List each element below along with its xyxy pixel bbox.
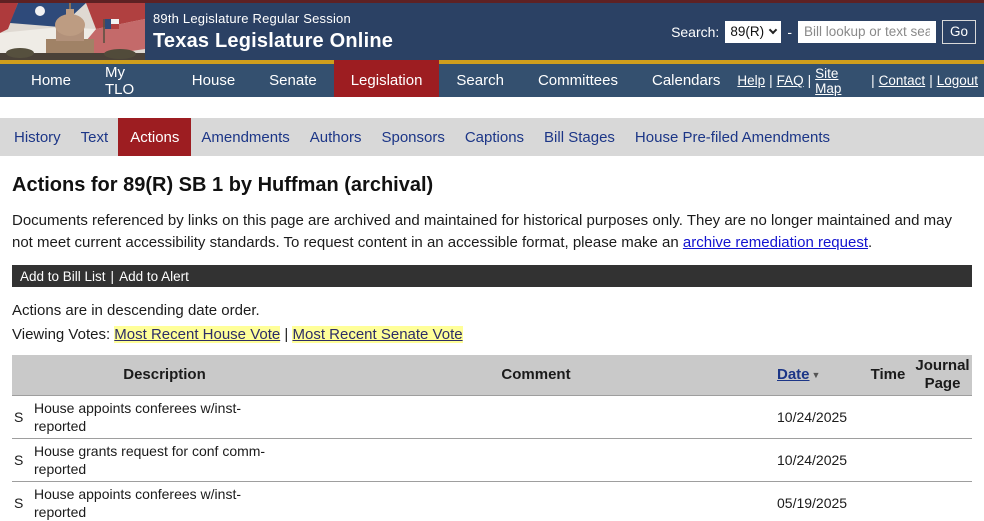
journal-page-cell — [913, 481, 972, 521]
most-recent-house-vote-link[interactable]: Most Recent House Vote — [114, 326, 280, 343]
table-row: S House grants request for conf comm-rep… — [12, 438, 972, 481]
search-dash: - — [787, 24, 792, 40]
time-cell — [863, 395, 913, 438]
session-select[interactable]: 89(R) — [725, 21, 781, 43]
utility-links: Help | FAQ | Site Map | Contact | Logout — [737, 64, 984, 97]
date-sort-link[interactable]: Date — [777, 366, 810, 383]
journal-page-column-header: Journal Page — [913, 355, 972, 395]
nav-item-house[interactable]: House — [175, 64, 252, 97]
capitol-flag-image — [0, 3, 145, 60]
tab-authors[interactable]: Authors — [300, 118, 372, 156]
link-faq[interactable]: FAQ — [777, 73, 804, 88]
capitol-flag-svg — [0, 3, 145, 60]
session-label: 89th Legislature Regular Session — [153, 11, 393, 26]
link-site-map[interactable]: Site Map — [815, 66, 867, 96]
date-cell: 10/24/2025 — [775, 438, 863, 481]
banner-search-area: Search: 89(R) - Go — [671, 20, 984, 44]
sort-descending-icon: ▼ — [812, 370, 821, 380]
nav-item-senate[interactable]: Senate — [252, 64, 334, 97]
order-note: Actions are in descending date order. — [12, 302, 972, 319]
tab-house-prefiled-amendments[interactable]: House Pre-filed Amendments — [625, 118, 840, 156]
archival-notice-period: . — [868, 234, 872, 251]
main-content: Actions for 89(R) SB 1 by Huffman (archi… — [0, 174, 984, 521]
date-cell: 05/19/2025 — [775, 481, 863, 521]
chamber-cell: S — [12, 395, 32, 438]
pipe-separator: | — [284, 326, 288, 343]
spacer — [0, 97, 984, 118]
link-contact[interactable]: Contact — [879, 73, 926, 88]
nav-item-calendars[interactable]: Calendars — [635, 64, 737, 97]
viewing-votes-label: Viewing Votes: — [12, 326, 110, 343]
time-cell — [863, 438, 913, 481]
description-cell: House grants request for conf comm-repor… — [32, 438, 297, 481]
time-cell — [863, 481, 913, 521]
table-row: S House appoints conferees w/inst-report… — [12, 395, 972, 438]
page-title: Actions for 89(R) SB 1 by Huffman (archi… — [12, 174, 972, 197]
tab-captions[interactable]: Captions — [455, 118, 534, 156]
add-to-alert-link[interactable]: Add to Alert — [119, 269, 189, 284]
pipe-separator: | — [808, 73, 812, 88]
tab-actions[interactable]: Actions — [118, 118, 191, 156]
nav-item-search[interactable]: Search — [439, 64, 521, 97]
search-go-button[interactable]: Go — [942, 20, 976, 44]
pipe-separator: | — [871, 73, 875, 88]
comment-cell — [297, 481, 775, 521]
pipe-separator: | — [929, 73, 933, 88]
chevron-down-icon — [769, 26, 777, 34]
date-column-header: Date▼ — [775, 355, 863, 395]
journal-page-cell — [913, 395, 972, 438]
tab-text[interactable]: Text — [71, 118, 119, 156]
pipe-separator: | — [111, 269, 115, 284]
archive-remediation-link[interactable]: archive remediation request — [683, 234, 868, 251]
link-help[interactable]: Help — [737, 73, 765, 88]
nav-item-committees[interactable]: Committees — [521, 64, 635, 97]
actions-table: Description Comment Date▼ Time Journal P… — [12, 355, 972, 521]
chamber-cell: S — [12, 481, 32, 521]
archival-notice: Documents referenced by links on this pa… — [12, 210, 958, 254]
tab-history[interactable]: History — [4, 118, 71, 156]
site-title: Texas Legislature Online — [153, 30, 393, 53]
table-row: S House appoints conferees w/inst-report… — [12, 481, 972, 521]
most-recent-senate-vote-link[interactable]: Most Recent Senate Vote — [292, 326, 462, 343]
add-to-bill-list-link[interactable]: Add to Bill List — [20, 269, 106, 284]
time-column-header: Time — [863, 355, 913, 395]
tab-amendments[interactable]: Amendments — [191, 118, 299, 156]
viewing-votes-line: Viewing Votes: Most Recent House Vote | … — [12, 326, 972, 343]
chamber-cell: S — [12, 438, 32, 481]
nav-item-my-tlo[interactable]: My TLO — [88, 64, 175, 97]
journal-page-cell — [913, 438, 972, 481]
link-logout[interactable]: Logout — [937, 73, 978, 88]
description-column-header: Description — [32, 355, 297, 395]
bill-search-input[interactable] — [798, 21, 936, 43]
chamber-column-header — [12, 355, 32, 395]
description-cell: House appoints conferees w/inst-reported — [32, 395, 297, 438]
site-banner: 89th Legislature Regular Session Texas L… — [0, 3, 984, 60]
comment-cell — [297, 395, 775, 438]
main-nav: Home My TLO House Senate Legislation Sea… — [0, 60, 984, 97]
tab-bill-stages[interactable]: Bill Stages — [534, 118, 625, 156]
tab-sponsors[interactable]: Sponsors — [371, 118, 454, 156]
comment-cell — [297, 438, 775, 481]
table-header-row: Description Comment Date▼ Time Journal P… — [12, 355, 972, 395]
session-select-value: 89(R) — [730, 24, 764, 39]
pipe-separator: | — [769, 73, 773, 88]
nav-item-legislation[interactable]: Legislation — [334, 60, 440, 97]
bill-actions-bar: Add to Bill List | Add to Alert — [12, 265, 972, 287]
description-cell: House appoints conferees w/inst-reported — [32, 481, 297, 521]
search-label: Search: — [671, 24, 719, 40]
bill-tabbar: History Text Actions Amendments Authors … — [0, 118, 984, 156]
nav-item-home[interactable]: Home — [14, 64, 88, 97]
date-cell: 10/24/2025 — [775, 395, 863, 438]
comment-column-header: Comment — [297, 355, 775, 395]
